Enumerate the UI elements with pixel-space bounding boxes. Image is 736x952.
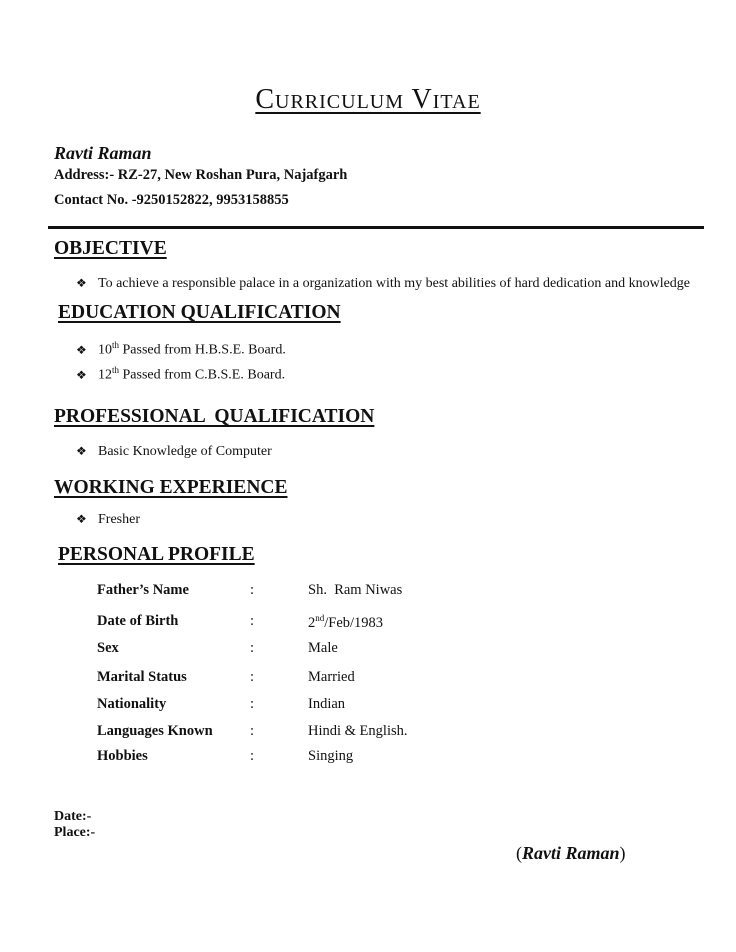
diamond-bullet-icon: ❖ xyxy=(76,276,87,290)
document-title: Curriculum Vitae xyxy=(255,84,481,115)
address: Address:- RZ-27, New Roshan Pura, Najafg… xyxy=(54,167,348,183)
experience-heading: WORKING EXPERIENCE xyxy=(54,477,288,498)
objective-item: ❖ To achieve a responsible palace in a or… xyxy=(76,276,691,291)
objective-heading: OBJECTIVE xyxy=(54,238,167,259)
professional-heading: PROFESSIONAL QUALIFICATION xyxy=(54,406,375,427)
diamond-bullet-icon: ❖ xyxy=(76,512,87,526)
date-label: Date:- xyxy=(54,809,92,824)
professional-item: ❖ Basic Knowledge of Computer xyxy=(76,444,272,459)
signature: (Ravti Raman) xyxy=(516,843,626,863)
contact-numbers: Contact No. -9250152822, 9953158855 xyxy=(54,192,289,208)
header-divider xyxy=(48,226,704,229)
education-item: ❖ 12th Passed from C.B.S.E. Board. xyxy=(76,365,286,383)
candidate-name: Ravti Raman xyxy=(54,143,152,163)
place-label: Place:- xyxy=(54,825,96,840)
personal-heading: PERSONAL PROFILE xyxy=(58,544,255,565)
experience-item: ❖ Fresher xyxy=(76,512,140,527)
diamond-bullet-icon: ❖ xyxy=(76,342,87,357)
diamond-bullet-icon: ❖ xyxy=(76,367,87,382)
education-item: ❖ 10th Passed from H.B.S.E. Board. xyxy=(76,340,286,358)
diamond-bullet-icon: ❖ xyxy=(76,444,87,458)
education-heading: EDUCATION QUALIFICATION xyxy=(58,302,341,323)
